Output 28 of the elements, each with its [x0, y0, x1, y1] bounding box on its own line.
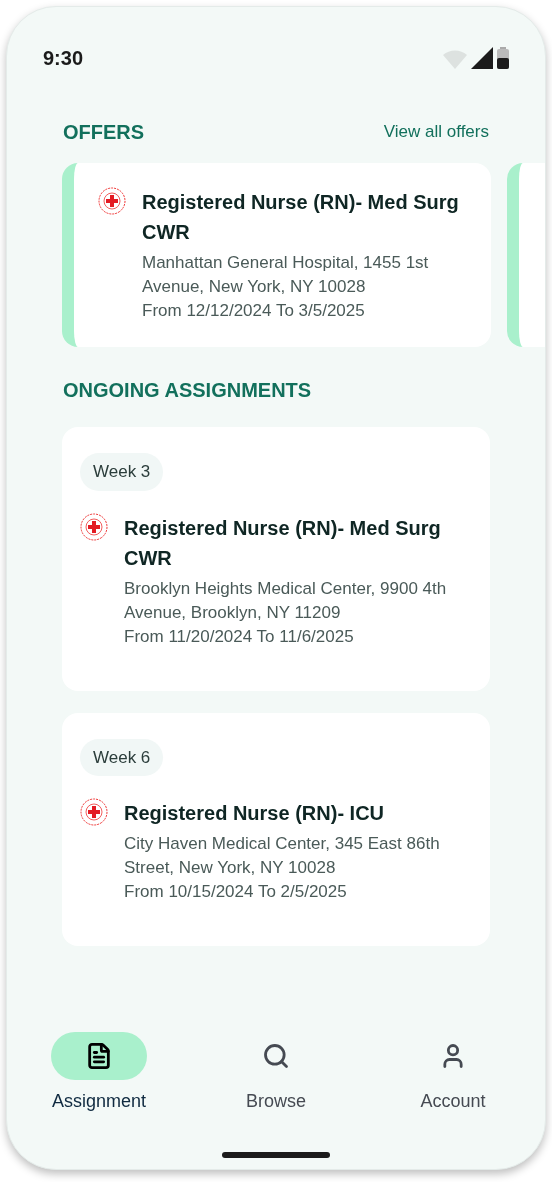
nav-tab[interactable]: Browse — [220, 1032, 332, 1115]
job-address: Manhattan General Hospital, 1455 1st Avenue, New York, NY 10028 — [142, 252, 430, 298]
job-title: Registered Nurse (RN)- Med Surg CWR — [124, 515, 442, 571]
section-title: OFFERS — [63, 120, 145, 145]
week-badge: Week 3 — [80, 453, 164, 491]
document-icon — [85, 1042, 113, 1070]
job-title: Registered Nurse (RN)- Med Surg CWR — [142, 190, 460, 245]
job-address: Brooklyn Heights Medical Center, 9900 4th Avenue, Brooklyn, NY 11209 — [124, 577, 448, 624]
search-icon — [262, 1042, 290, 1070]
job-dates: From 10/15/2024 To 2/5/2025 — [124, 881, 348, 903]
job-dates: From 12/12/2024 To 3/5/2025 — [142, 300, 366, 322]
job-title: Registered Nurse (RN)- ICU — [124, 801, 386, 826]
view-all-offers-link[interactable]: View all offers — [383, 119, 489, 145]
nav-tab[interactable]: Assignment — [43, 1032, 155, 1115]
section-title: ONGOING ASSIGNMENTS — [63, 379, 312, 401]
offer-card[interactable]: Registered Nurse (RN)- Med Surg CWR Manhattan General Hospital, 1455 1st Avenue, New York, NY 10028 From 12/12/2024 To 3/5/2025 — [62, 163, 491, 347]
signal-icon — [471, 47, 493, 69]
cross-logo-icon — [80, 798, 108, 826]
job-address: City Haven Medical Center, 345 East 86th Street, New York, NY 10028 — [124, 833, 441, 879]
battery-icon — [497, 47, 509, 69]
week-badge: Week 6 — [80, 738, 164, 776]
nav-tab[interactable]: Account — [397, 1032, 509, 1115]
job-dates: From 11/20/2024 To 11/6/2025 — [124, 625, 355, 648]
status-time: 9:30 — [43, 46, 84, 71]
cross-logo-icon — [98, 187, 126, 215]
assignment-card[interactable]: Week 3 Registered Nurse (RN)- Med Surg CWR Brooklyn Heights Medical Center, 9900 4th Avenue, Brooklyn, NY 11209 From 11/20/2024 To 11/6/2025 — [62, 427, 490, 691]
assignment-card[interactable]: Week 6 Registered Nurse (RN)- ICU City Haven Medical Center, 345 East 86th Street, New York, NY 10028 From 10/15/2024 To 2/5/2025 — [62, 712, 490, 946]
cross-logo-icon — [80, 512, 108, 541]
